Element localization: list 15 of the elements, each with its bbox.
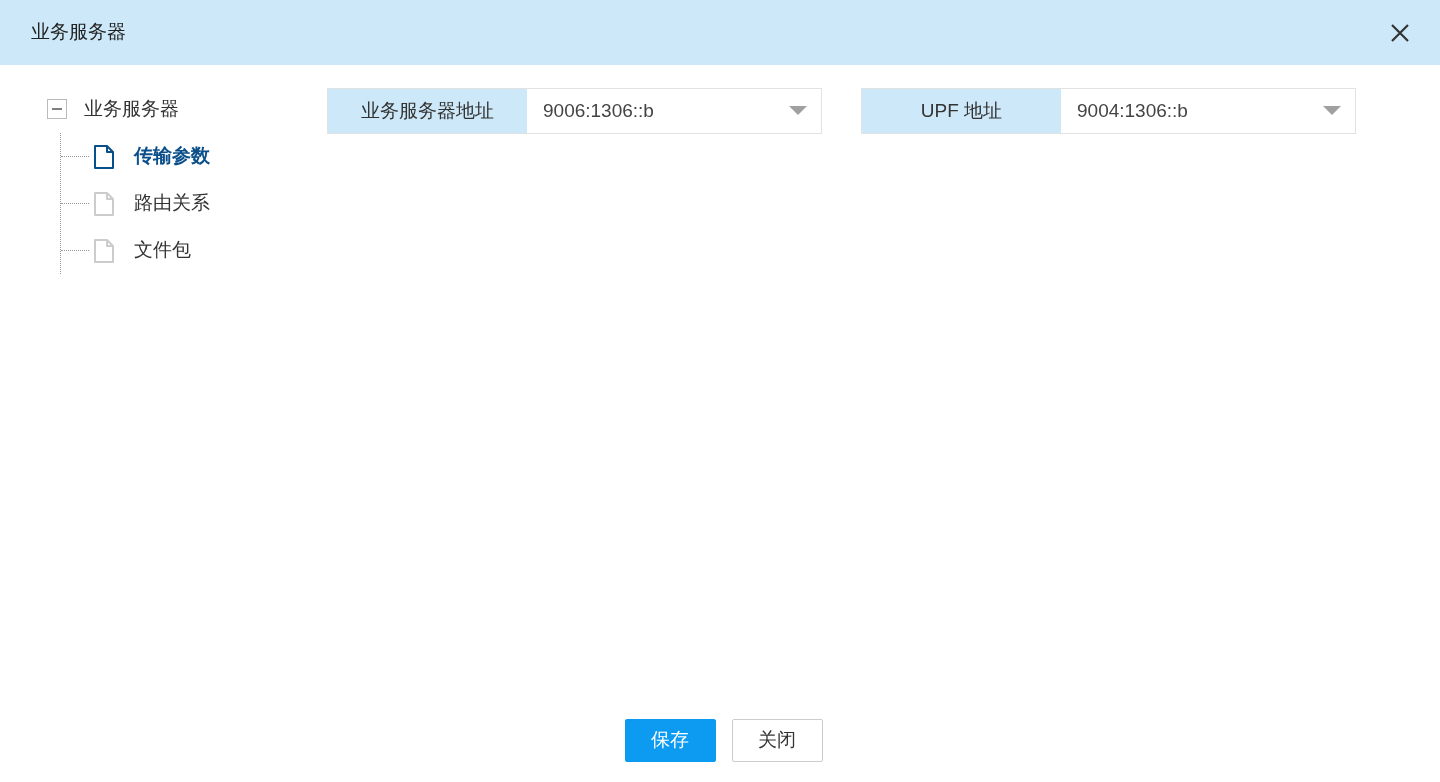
- tree-item[interactable]: 路由关系: [134, 189, 210, 218]
- document-icon: [93, 143, 115, 170]
- collapse-toggle[interactable]: [47, 99, 67, 119]
- caret-icon: [1323, 106, 1341, 116]
- caret-icon: [789, 106, 807, 116]
- dialog-button[interactable]: 关闭: [731, 719, 823, 762]
- field-label: 业务服务器地址: [328, 89, 527, 133]
- tree-item[interactable]: 业务服务器: [84, 94, 179, 124]
- field-label: UPF 地址: [862, 89, 1061, 133]
- tree-item[interactable]: 传输参数: [134, 142, 210, 171]
- document-icon: [93, 237, 115, 264]
- window-title: 业务服务器: [31, 20, 126, 45]
- document-icon: [93, 190, 115, 217]
- close-icon: [1390, 22, 1410, 43]
- tree-item[interactable]: 文件包: [134, 236, 191, 265]
